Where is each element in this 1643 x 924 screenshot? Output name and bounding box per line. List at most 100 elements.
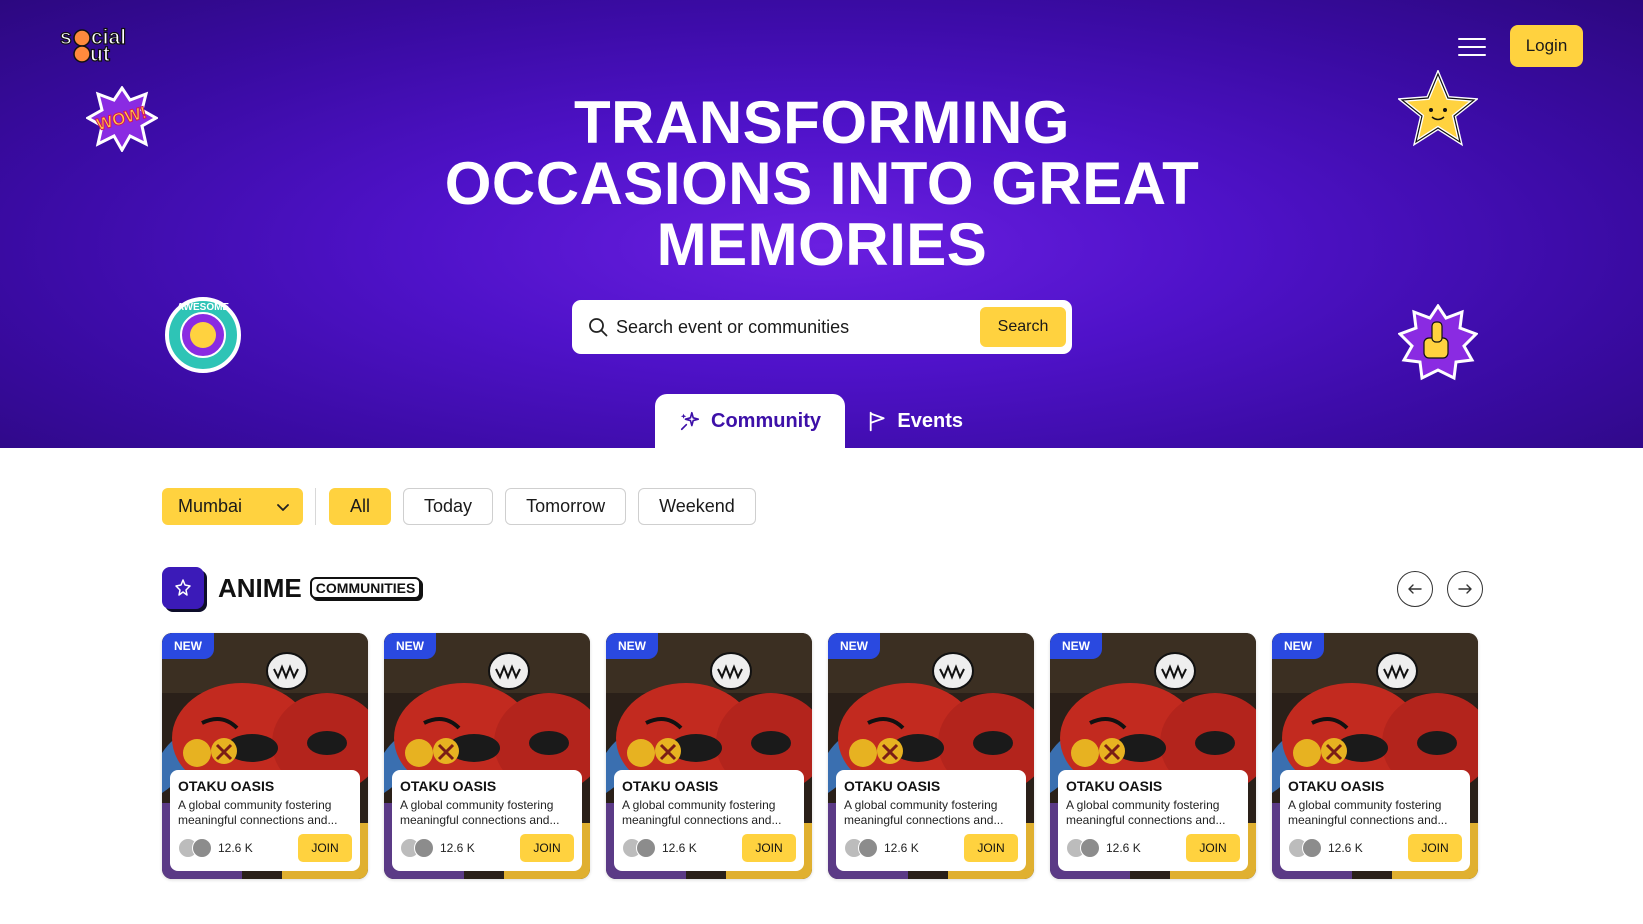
arrow-right-icon (1458, 584, 1472, 594)
community-card[interactable]: NEW OTAKU OASIS A global community foste… (1050, 633, 1256, 879)
community-card[interactable]: NEW OTAKU OASIS A global community foste… (162, 633, 368, 879)
city-dropdown-value: Mumbai (178, 496, 243, 516)
awesome-sticker-text: AWESOME (177, 302, 230, 313)
filter-chip-today[interactable]: Today (403, 488, 494, 525)
join-button[interactable]: JOIN (964, 834, 1018, 862)
tab-events[interactable]: Events (845, 394, 985, 448)
avatar (192, 838, 212, 858)
member-count: 12.6 K (1106, 841, 1141, 855)
avatar (1080, 838, 1100, 858)
headline-line-3: MEMORIES (656, 211, 988, 278)
member-count: 12.6 K (440, 841, 475, 855)
city-dropdown[interactable]: Mumbai (162, 488, 303, 525)
svg-text:ut: ut (90, 43, 110, 64)
hero-banner: s cial ut Login WOW! AWESOME TRANSFORMIN… (0, 0, 1643, 448)
wow-sticker-icon: WOW! (86, 86, 158, 152)
card-title: OTAKU OASIS (844, 778, 941, 794)
avatar (636, 838, 656, 858)
card-title: OTAKU OASIS (400, 778, 497, 794)
avatar (414, 838, 434, 858)
search-input[interactable] (616, 316, 956, 338)
search-button[interactable]: Search (980, 307, 1066, 347)
join-button[interactable]: JOIN (1186, 834, 1240, 862)
community-card[interactable]: NEW OTAKU OASIS A global community foste… (828, 633, 1034, 879)
card-footer: 12.6 K JOIN (1066, 834, 1240, 862)
headline-line-2: OCCASIONS INTO GREAT (444, 150, 1200, 217)
card-info: OTAKU OASIS A global community fostering… (1058, 770, 1248, 871)
new-badge: NEW (384, 633, 436, 659)
card-footer: 12.6 K JOIN (400, 834, 574, 862)
hero-headline: TRANSFORMING OCCASIONS INTO GREAT MEMORI… (380, 92, 1264, 275)
member-count: 12.6 K (1328, 841, 1363, 855)
card-description: A global community fostering meaningful … (400, 798, 560, 827)
card-description: A global community fostering meaningful … (622, 798, 782, 827)
login-button[interactable]: Login (1510, 25, 1583, 67)
svg-text:s: s (60, 26, 72, 49)
new-badge: NEW (1050, 633, 1102, 659)
member-avatars: 12.6 K (622, 838, 697, 858)
flag-icon (869, 411, 885, 432)
new-badge: NEW (162, 633, 214, 659)
card-description: A global community fostering meaningful … (178, 798, 338, 827)
tab-events-label: Events (897, 409, 963, 432)
join-button[interactable]: JOIN (298, 834, 352, 862)
card-title: OTAKU OASIS (622, 778, 719, 794)
star-sticker-icon (1398, 70, 1478, 147)
card-description: A global community fostering meaningful … (1288, 798, 1448, 827)
card-info: OTAKU OASIS A global community fostering… (392, 770, 582, 871)
card-title: OTAKU OASIS (1066, 778, 1163, 794)
chevron-down-icon (277, 503, 289, 511)
member-count: 12.6 K (218, 841, 253, 855)
community-card-list: NEW OTAKU OASIS A global community foste… (162, 633, 1478, 879)
filter-chip-weekend[interactable]: Weekend (638, 488, 756, 525)
new-badge: NEW (828, 633, 880, 659)
card-info: OTAKU OASIS A global community fostering… (614, 770, 804, 871)
carousel-next-button[interactable] (1447, 571, 1483, 607)
social-out-logo[interactable]: s cial ut (60, 24, 140, 64)
community-card[interactable]: NEW OTAKU OASIS A global community foste… (384, 633, 590, 879)
search-icon (589, 318, 608, 337)
filter-chip-tomorrow[interactable]: Tomorrow (505, 488, 627, 525)
headline-line-1: TRANSFORMING (574, 89, 1070, 156)
avatar (858, 838, 878, 858)
member-count: 12.6 K (884, 841, 919, 855)
card-footer: 12.6 K JOIN (844, 834, 1018, 862)
card-footer: 12.6 K JOIN (1288, 834, 1462, 862)
arrow-left-icon (1408, 584, 1422, 594)
member-avatars: 12.6 K (400, 838, 475, 858)
hamburger-menu-icon[interactable] (1458, 34, 1486, 58)
awesome-sticker-icon: AWESOME (165, 297, 241, 373)
card-info: OTAKU OASIS A global community fostering… (170, 770, 360, 871)
card-info: OTAKU OASIS A global community fostering… (836, 770, 1026, 871)
thumbs-up-sticker-icon (1398, 304, 1478, 381)
community-card[interactable]: NEW OTAKU OASIS A global community foste… (1272, 633, 1478, 879)
sparkle-icon (680, 411, 700, 431)
card-description: A global community fostering meaningful … (1066, 798, 1226, 827)
card-description: A global community fostering meaningful … (844, 798, 1004, 827)
section-title: ANIME (218, 572, 302, 603)
card-footer: 12.6 K JOIN (178, 834, 352, 862)
member-avatars: 12.6 K (1066, 838, 1141, 858)
tab-community[interactable]: Community (655, 394, 845, 448)
filter-bar: Mumbai All Today Tomorrow Weekend (162, 488, 756, 525)
card-info: OTAKU OASIS A global community fostering… (1280, 770, 1470, 871)
carousel-prev-button[interactable] (1397, 571, 1433, 607)
filter-chip-all[interactable]: All (329, 488, 392, 525)
member-count: 12.6 K (662, 841, 697, 855)
card-footer: 12.6 K JOIN (622, 834, 796, 862)
join-button[interactable]: JOIN (520, 834, 574, 862)
card-title: OTAKU OASIS (1288, 778, 1385, 794)
avatar (1302, 838, 1322, 858)
community-card[interactable]: NEW OTAKU OASIS A global community foste… (606, 633, 812, 879)
tab-community-label: Community (711, 409, 821, 432)
content-tabs: Community Events (655, 394, 985, 448)
card-title: OTAKU OASIS (178, 778, 275, 794)
section-badge: COMMUNITIES (309, 577, 422, 599)
join-button[interactable]: JOIN (1408, 834, 1462, 862)
new-badge: NEW (606, 633, 658, 659)
member-avatars: 12.6 K (178, 838, 253, 858)
new-badge: NEW (1272, 633, 1324, 659)
filter-divider (315, 488, 316, 525)
section-header: ANIME COMMUNITIES (162, 567, 422, 609)
join-button[interactable]: JOIN (742, 834, 796, 862)
